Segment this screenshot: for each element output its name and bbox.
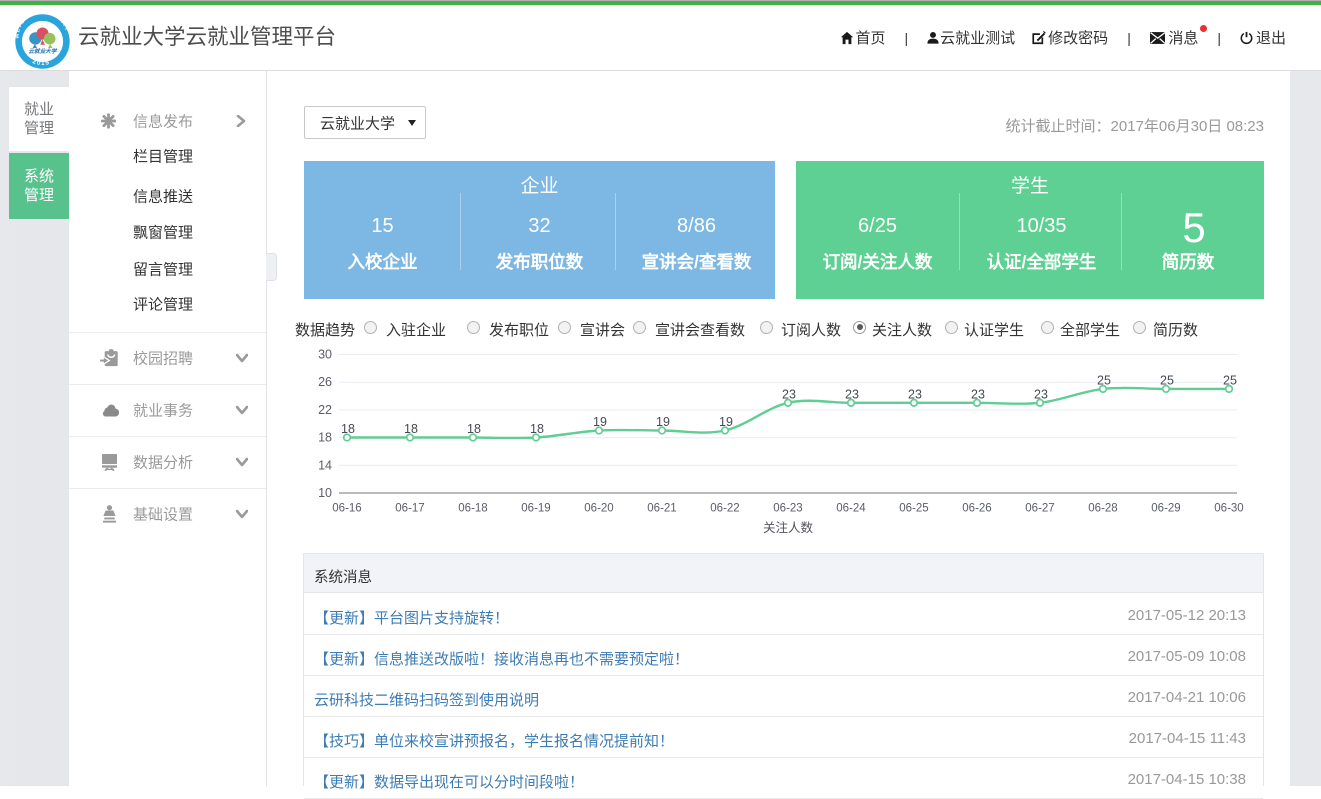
svg-text:25: 25: [1160, 373, 1174, 387]
svg-text:14: 14: [318, 458, 332, 472]
svg-text:23: 23: [782, 387, 796, 401]
svg-text:06-26: 06-26: [962, 503, 991, 515]
svg-text:19: 19: [593, 415, 607, 429]
svg-text:18: 18: [404, 422, 418, 436]
svg-text:关注人数: 关注人数: [763, 520, 814, 535]
svg-text:06-22: 06-22: [710, 503, 739, 515]
svg-text:23: 23: [908, 387, 922, 401]
svg-text:06-17: 06-17: [395, 503, 424, 515]
svg-text:19: 19: [656, 415, 670, 429]
svg-text:06-25: 06-25: [899, 503, 928, 515]
svg-text:22: 22: [318, 403, 332, 417]
svg-text:10: 10: [318, 486, 332, 500]
svg-text:06-24: 06-24: [836, 503, 866, 515]
svg-text:06-27: 06-27: [1025, 503, 1054, 515]
svg-text:18: 18: [530, 422, 544, 436]
svg-text:30: 30: [318, 348, 332, 362]
svg-text:06-18: 06-18: [458, 503, 487, 515]
svg-text:18: 18: [318, 431, 332, 445]
svg-text:18: 18: [467, 422, 481, 436]
svg-text:06-23: 06-23: [773, 503, 802, 515]
svg-text:06-30: 06-30: [1214, 503, 1243, 515]
svg-text:06-28: 06-28: [1088, 503, 1117, 515]
svg-text:25: 25: [1097, 373, 1111, 387]
svg-text:23: 23: [1034, 387, 1048, 401]
svg-text:06-20: 06-20: [584, 503, 613, 515]
svg-text:26: 26: [318, 375, 332, 389]
svg-text:06-21: 06-21: [647, 503, 676, 515]
svg-text:19: 19: [719, 415, 733, 429]
svg-text:06-16: 06-16: [332, 503, 361, 515]
svg-text:25: 25: [1223, 373, 1237, 387]
svg-text:18: 18: [341, 422, 355, 436]
svg-text:23: 23: [971, 387, 985, 401]
svg-text:23: 23: [845, 387, 859, 401]
svg-text:06-29: 06-29: [1151, 503, 1180, 515]
svg-text:06-19: 06-19: [521, 503, 550, 515]
